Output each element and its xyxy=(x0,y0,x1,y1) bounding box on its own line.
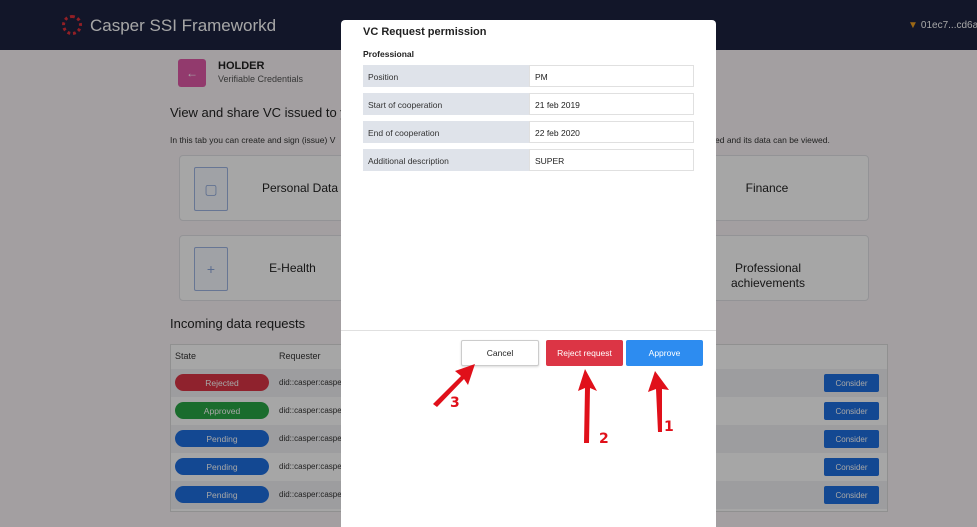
annotation-number-1: 1 xyxy=(664,419,674,435)
field-end-of-cooperation: End of cooperation 22 feb 2020 xyxy=(363,121,694,143)
field-position: Position PM xyxy=(363,65,694,87)
reject-request-button[interactable]: Reject request xyxy=(546,340,623,366)
field-label: End of cooperation xyxy=(363,121,529,143)
field-label: Start of cooperation xyxy=(363,93,529,115)
field-label: Position xyxy=(363,65,529,87)
cancel-button[interactable]: Cancel xyxy=(461,340,539,366)
modal-footer-divider xyxy=(341,330,716,331)
field-value: SUPER xyxy=(529,149,694,171)
vc-request-permission-modal: VC Request permission Professional Posit… xyxy=(341,20,716,527)
field-value: 22 feb 2020 xyxy=(529,121,694,143)
annotation-number-2: 2 xyxy=(599,431,609,447)
field-start-of-cooperation: Start of cooperation 21 feb 2019 xyxy=(363,93,694,115)
approve-button[interactable]: Approve xyxy=(626,340,703,366)
modal-title: VC Request permission xyxy=(363,26,487,38)
annotation-number-3: 3 xyxy=(450,395,460,411)
field-additional-description: Additional description SUPER xyxy=(363,149,694,171)
modal-section-title: Professional xyxy=(363,49,415,59)
field-value: 21 feb 2019 xyxy=(529,93,694,115)
field-value: PM xyxy=(529,65,694,87)
field-label: Additional description xyxy=(363,149,529,171)
